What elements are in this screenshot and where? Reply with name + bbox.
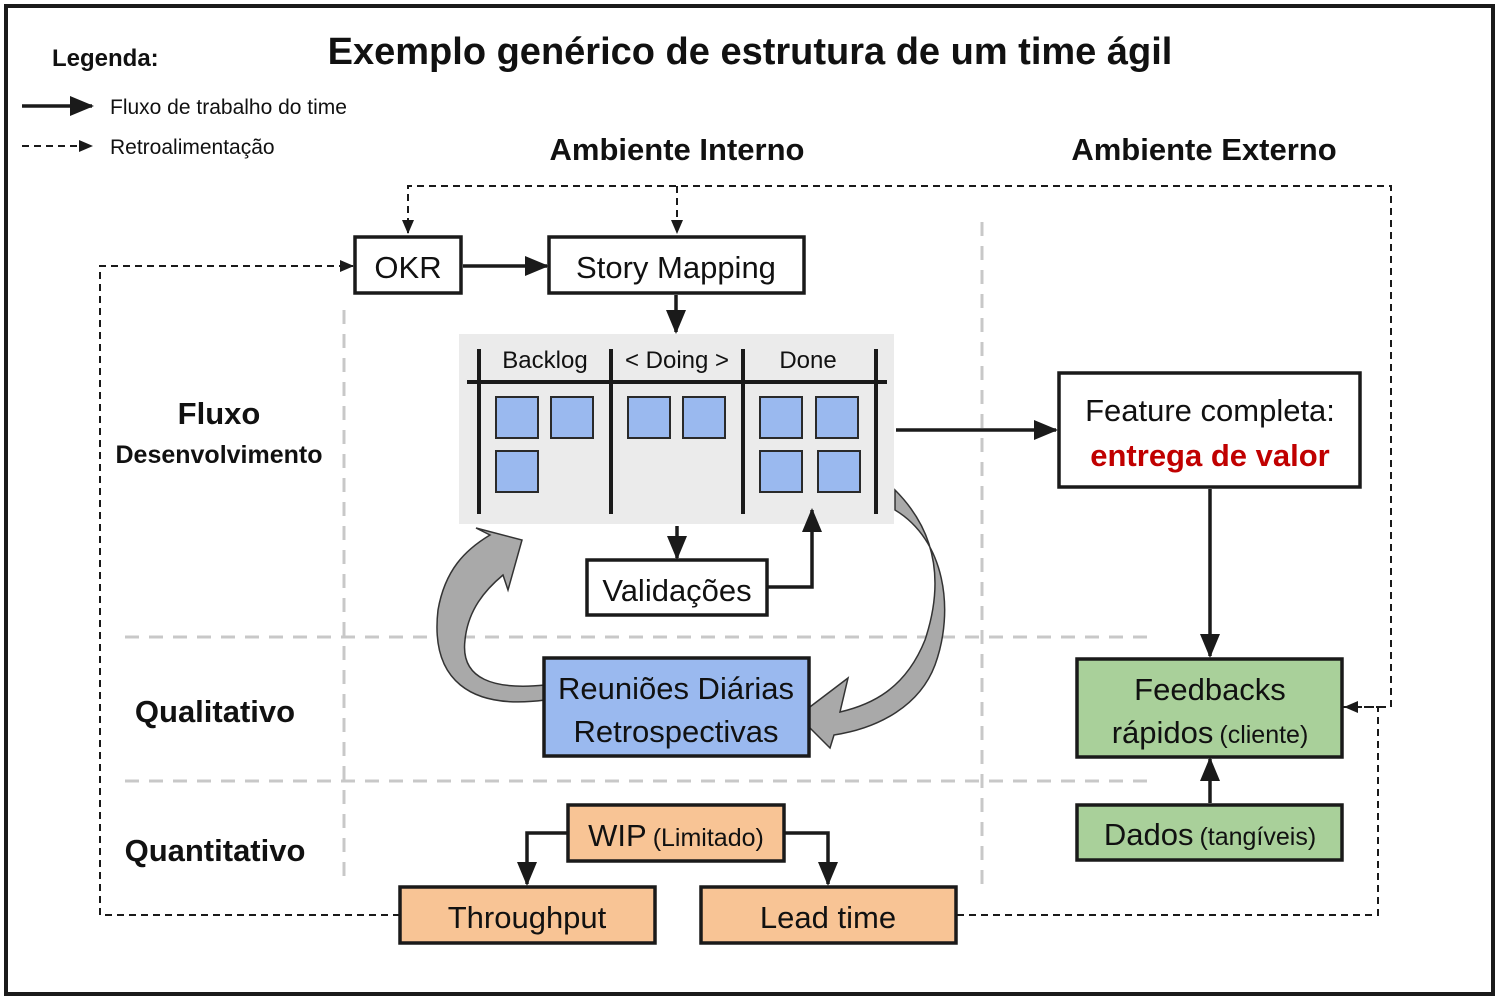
feature-line1: Feature completa: xyxy=(1085,393,1335,428)
throughput-label: Throughput xyxy=(448,900,607,935)
kanban-card[interactable] xyxy=(550,396,594,439)
wip-label: WIP (Limitado) xyxy=(588,818,764,853)
agile-team-diagram: Exemplo genérico de estrutura de um time… xyxy=(4,4,1495,996)
dados-label: Dados (tangíveis) xyxy=(1104,817,1316,852)
section-internal-heading: Ambiente Interno xyxy=(550,132,805,167)
kanban-card[interactable] xyxy=(759,450,803,493)
kanban-card[interactable] xyxy=(627,396,671,439)
kanban-card[interactable] xyxy=(815,396,859,439)
lead-time-box[interactable]: Lead time xyxy=(699,885,958,945)
feedbacks-line2-note: (cliente) xyxy=(1219,721,1308,749)
dados-box[interactable]: Dados (tangíveis) xyxy=(1075,803,1344,862)
dados-main: Dados xyxy=(1104,817,1194,852)
wip-box[interactable]: WIP (Limitado) xyxy=(566,803,786,863)
kanban-column-backlog: Backlog xyxy=(502,347,587,374)
feedbacks-line2: rápidos (cliente) xyxy=(1112,715,1309,750)
row-label-qualitative: Qualitativo xyxy=(135,694,295,729)
feedbacks-line2-main: rápidos xyxy=(1112,715,1214,750)
feature-box[interactable]: Feature completa: entrega de valor xyxy=(1057,371,1362,489)
diagram-title: Exemplo genérico de estrutura de um time… xyxy=(328,31,1173,73)
okr-box[interactable]: OKR xyxy=(353,235,463,295)
row-label-flow: Fluxo xyxy=(178,396,261,431)
row-label-quantitative: Quantitativo xyxy=(125,833,306,868)
feedbacks-line1: Feedbacks xyxy=(1134,672,1286,707)
feature-line2-value: entrega de valor xyxy=(1090,438,1329,473)
story-mapping-label: Story Mapping xyxy=(576,250,776,285)
kanban-column-doing: < Doing > xyxy=(625,347,729,374)
legend-heading: Legenda: xyxy=(52,45,159,72)
kanban-card[interactable] xyxy=(682,396,726,439)
validacoes-label: Validações xyxy=(602,573,751,608)
kanban-card[interactable] xyxy=(495,450,539,493)
lead-time-label: Lead time xyxy=(760,900,896,935)
validacoes-box[interactable]: Validações xyxy=(585,558,769,617)
kanban-column-done: Done xyxy=(779,347,836,374)
legend-item-feedback: Retroalimentação xyxy=(110,136,275,159)
reunioes-box[interactable]: Reuniões Diárias Retrospectivas xyxy=(542,656,811,758)
kanban-card[interactable] xyxy=(817,450,861,493)
kanban-board: Backlog < Doing > Done xyxy=(459,334,894,524)
reunioes-line1: Reuniões Diárias xyxy=(558,671,794,706)
wip-main: WIP xyxy=(588,818,647,853)
okr-label: OKR xyxy=(374,250,441,285)
throughput-box[interactable]: Throughput xyxy=(398,885,657,945)
feedbacks-box[interactable]: Feedbacks rápidos (cliente) xyxy=(1075,657,1344,759)
kanban-card[interactable] xyxy=(495,396,539,439)
row-label-development: Desenvolvimento xyxy=(115,441,322,469)
story-mapping-box[interactable]: Story Mapping xyxy=(547,235,806,295)
section-external-heading: Ambiente Externo xyxy=(1071,132,1336,167)
reunioes-line2: Retrospectivas xyxy=(573,714,778,749)
legend-item-workflow: Fluxo de trabalho do time xyxy=(110,96,347,119)
wip-note: (Limitado) xyxy=(653,824,764,852)
kanban-card[interactable] xyxy=(759,396,803,439)
dados-note: (tangíveis) xyxy=(1199,823,1316,851)
